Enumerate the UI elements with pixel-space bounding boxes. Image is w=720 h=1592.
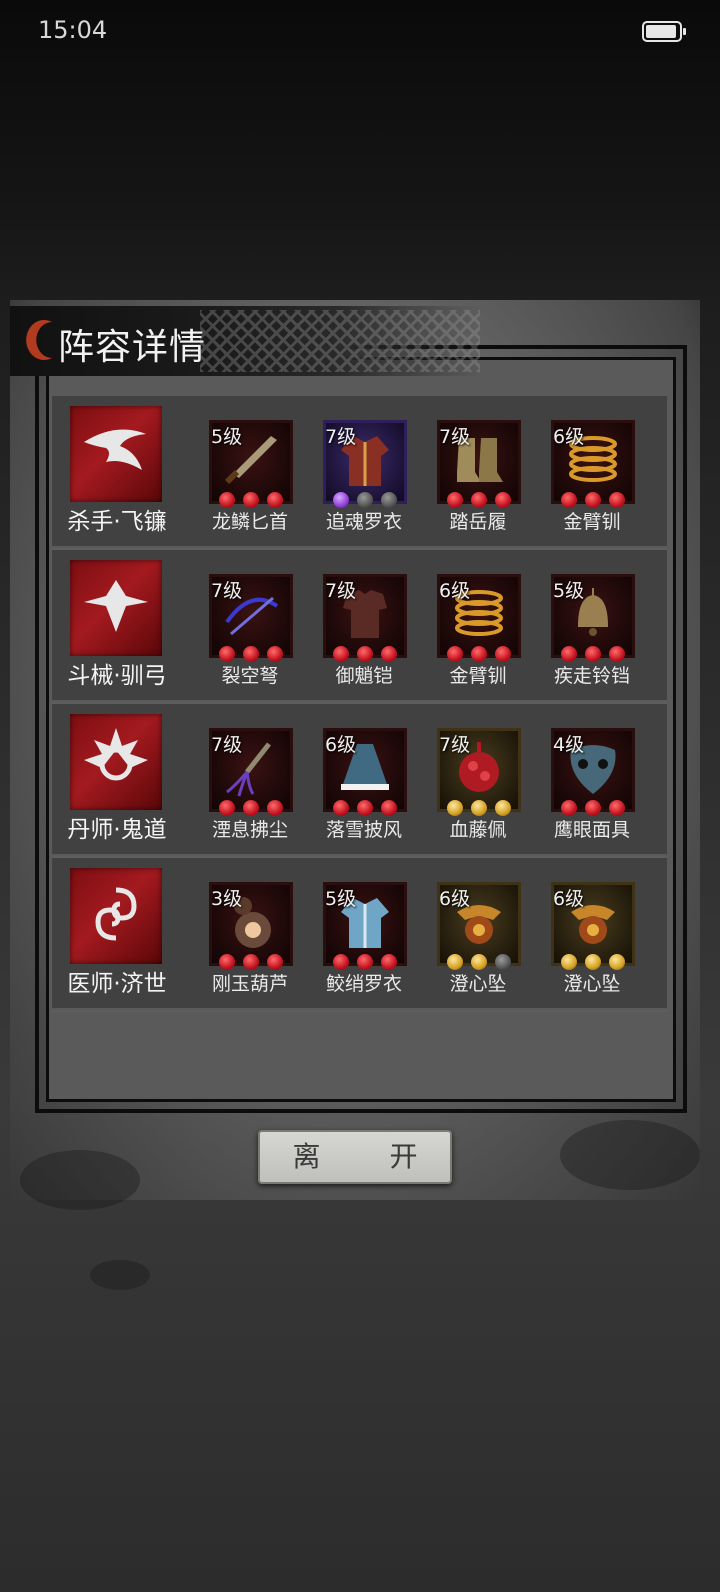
equipment-level: 5级 bbox=[325, 888, 357, 910]
equipment-name: 落雪披风 bbox=[325, 819, 402, 841]
equipment-slot[interactable]: 6级 金臂钏 bbox=[433, 564, 523, 689]
equipment-level: 7级 bbox=[325, 426, 357, 448]
hero-card[interactable]: 丹师·鬼道 bbox=[58, 714, 176, 846]
equipment-level: 6级 bbox=[439, 888, 471, 910]
ink-splatter bbox=[90, 1260, 150, 1290]
equipment-slot[interactable]: 7级 血藤佩 bbox=[433, 718, 523, 843]
equipment-name: 裂空弩 bbox=[221, 665, 279, 687]
equipment-slot[interactable]: 7级 御魈铠 bbox=[319, 564, 409, 689]
equipment-name: 鲛绡罗衣 bbox=[325, 973, 402, 995]
hero-name: 斗械·驯弓 bbox=[67, 663, 167, 689]
lineup-list: 杀手·飞镰 5级 龙鳞匕首 7级 追魂罗衣 7级 踏岳履 6级 金臂钏 斗械·驯… bbox=[52, 396, 667, 1012]
hero-name: 丹师·鬼道 bbox=[67, 817, 167, 843]
gem-sockets bbox=[219, 492, 283, 508]
gem-sockets bbox=[333, 954, 397, 970]
equipment-level: 6级 bbox=[439, 580, 471, 602]
equipment-level: 7级 bbox=[211, 734, 243, 756]
equipment-name: 湮息拂尘 bbox=[211, 819, 288, 841]
gem-sockets bbox=[447, 492, 511, 508]
gem-sockets bbox=[219, 954, 283, 970]
gem-sockets bbox=[561, 646, 625, 662]
gem-sockets bbox=[219, 646, 283, 662]
gem-sockets bbox=[447, 646, 511, 662]
lineup-row: 斗械·驯弓 7级 裂空弩 7级 御魈铠 6级 金臂钏 5级 疾走铃铛 bbox=[52, 550, 667, 704]
lineup-row: 丹师·鬼道 7级 湮息拂尘 6级 落雪披风 7级 血藤佩 4级 鹰眼面具 bbox=[52, 704, 667, 858]
gem-sockets bbox=[561, 492, 625, 508]
equipment-slot[interactable]: 6级 落雪披风 bbox=[319, 718, 409, 843]
hero-emblem-icon bbox=[70, 868, 162, 964]
equipment-slot[interactable]: 6级 澄心坠 bbox=[547, 872, 637, 997]
leave-button[interactable]: 离 开 bbox=[258, 1130, 452, 1184]
equipment-slot[interactable]: 7级 踏岳履 bbox=[433, 410, 523, 535]
equipment-name: 御魈铠 bbox=[335, 665, 393, 687]
hero-card[interactable]: 斗械·驯弓 bbox=[58, 560, 176, 692]
equipment-name: 金臂钏 bbox=[563, 511, 621, 533]
equipment-slot[interactable]: 7级 湮息拂尘 bbox=[205, 718, 295, 843]
crescent-icon bbox=[26, 320, 52, 360]
equipment-slot[interactable]: 7级 裂空弩 bbox=[205, 564, 295, 689]
gem-sockets bbox=[561, 800, 625, 816]
equipment-slot[interactable]: 6级 澄心坠 bbox=[433, 872, 523, 997]
equipment-name: 踏岳履 bbox=[449, 511, 507, 533]
equipment-level: 5级 bbox=[211, 426, 243, 448]
hero-name: 医师·济世 bbox=[67, 971, 167, 997]
equipment-name: 金臂钏 bbox=[449, 665, 507, 687]
equipment-level: 7级 bbox=[439, 734, 471, 756]
status-bar: 15:04 bbox=[0, 0, 720, 62]
equipment-name: 龙鳞匕首 bbox=[211, 511, 288, 533]
gem-sockets bbox=[561, 954, 625, 970]
equipment-level: 7级 bbox=[325, 580, 357, 602]
equipment-slot[interactable]: 5级 鲛绡罗衣 bbox=[319, 872, 409, 997]
hero-name: 杀手·飞镰 bbox=[67, 509, 167, 535]
battery-icon bbox=[642, 21, 686, 42]
equipment-slot[interactable]: 3级 刚玉葫芦 bbox=[205, 872, 295, 997]
lineup-row: 杀手·飞镰 5级 龙鳞匕首 7级 追魂罗衣 7级 踏岳履 6级 金臂钏 bbox=[52, 396, 667, 550]
hero-emblem-icon bbox=[70, 560, 162, 656]
equipment-name: 鹰眼面具 bbox=[553, 819, 630, 841]
equipment-level: 7级 bbox=[211, 580, 243, 602]
equipment-slot[interactable]: 5级 龙鳞匕首 bbox=[205, 410, 295, 535]
lineup-row: 医师·济世 3级 刚玉葫芦 5级 鲛绡罗衣 6级 澄心坠 6级 澄心坠 bbox=[52, 858, 667, 1012]
dialog-title: 阵容详情 bbox=[58, 327, 207, 368]
equipment-name: 澄心坠 bbox=[449, 973, 507, 995]
hero-emblem-icon bbox=[70, 714, 162, 810]
equipment-level: 3级 bbox=[211, 888, 243, 910]
equipment-name: 澄心坠 bbox=[563, 973, 621, 995]
hero-card[interactable]: 杀手·飞镰 bbox=[58, 406, 176, 538]
ink-splatter bbox=[20, 1150, 140, 1210]
status-time: 15:04 bbox=[38, 16, 108, 44]
gem-sockets bbox=[447, 954, 511, 970]
equipment-level: 4级 bbox=[553, 734, 585, 756]
hero-card[interactable]: 医师·济世 bbox=[58, 868, 176, 1000]
equipment-name: 追魂罗衣 bbox=[325, 511, 402, 533]
equipment-slot[interactable]: 5级 疾走铃铛 bbox=[547, 564, 637, 689]
equipment-name: 血藤佩 bbox=[449, 819, 507, 841]
gem-sockets bbox=[333, 646, 397, 662]
gem-sockets bbox=[219, 800, 283, 816]
equipment-slot[interactable]: 7级 追魂罗衣 bbox=[319, 410, 409, 535]
equipment-name: 疾走铃铛 bbox=[553, 665, 630, 687]
gem-sockets bbox=[333, 800, 397, 816]
hero-emblem-icon bbox=[70, 406, 162, 502]
equipment-level: 5级 bbox=[553, 580, 585, 602]
equipment-level: 6级 bbox=[325, 734, 357, 756]
equipment-slot[interactable]: 4级 鹰眼面具 bbox=[547, 718, 637, 843]
equipment-name: 刚玉葫芦 bbox=[211, 973, 288, 995]
gem-sockets bbox=[333, 492, 397, 508]
equipment-level: 7级 bbox=[439, 426, 471, 448]
equipment-slot[interactable]: 6级 金臂钏 bbox=[547, 410, 637, 535]
equipment-level: 6级 bbox=[553, 888, 585, 910]
equipment-level: 6级 bbox=[553, 426, 585, 448]
gem-sockets bbox=[447, 800, 511, 816]
ink-splatter bbox=[560, 1120, 700, 1190]
